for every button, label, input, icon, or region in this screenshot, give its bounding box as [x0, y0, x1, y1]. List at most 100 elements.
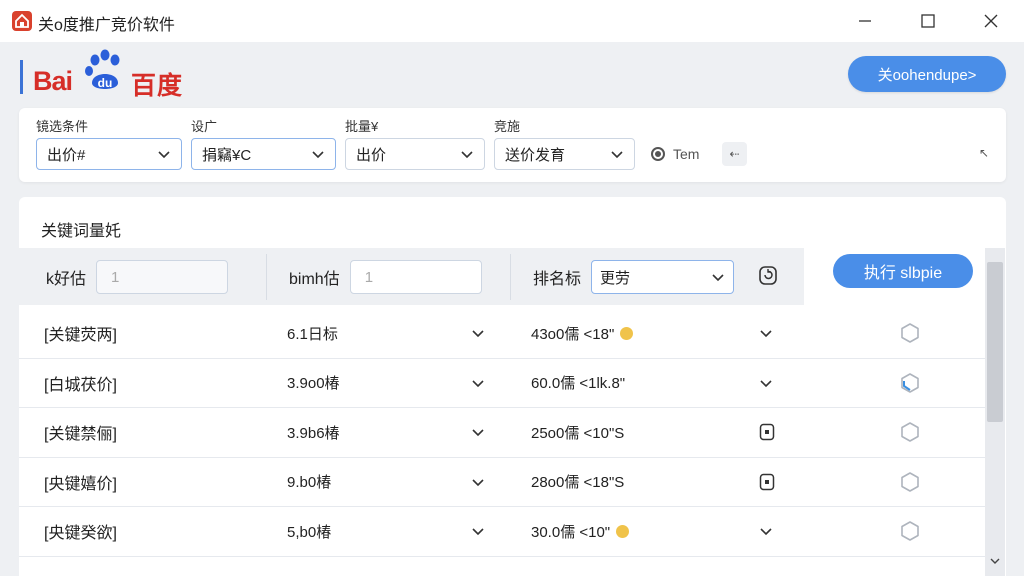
logo-text-paw: du	[98, 76, 113, 90]
chevron-down-icon	[472, 528, 484, 536]
execute-button[interactable]: 执行 slbpie	[833, 254, 973, 288]
rank-cell: 28o0儒 <18"S	[531, 458, 624, 507]
rank-dropdown[interactable]	[759, 309, 773, 358]
toolbar-group-2: bimh估 1	[289, 260, 482, 294]
filter-group-3: 批量¥ 出价	[345, 116, 485, 170]
filter-label: 批量¥	[345, 119, 379, 134]
radio-label: Tem	[673, 146, 700, 162]
chevron-down-icon	[472, 479, 484, 486]
title-bar: 关o度推广竞价软件	[0, 0, 1024, 42]
hexagon-checkbox-icon	[901, 471, 919, 492]
rank-text: 28o0儒 <18"S	[531, 474, 625, 492]
refresh-icon[interactable]	[757, 263, 779, 287]
keyword-cell: [白城茯价]	[44, 376, 117, 394]
bid-dropdown[interactable]	[471, 458, 485, 507]
detail-button[interactable]	[759, 458, 775, 507]
document-icon	[759, 424, 775, 441]
chevron-down-icon	[472, 429, 484, 437]
bid-dropdown[interactable]	[471, 408, 485, 457]
keyword-cell: [关键禁俪]	[44, 426, 117, 444]
bid-dropdown[interactable]	[471, 507, 485, 556]
filter-label: 设广	[191, 119, 218, 134]
row-checkbox[interactable]	[899, 507, 921, 556]
filter-panel: 镜选条件 出价# 设广 捐竊¥C 批量¥ 出价 竞施 送价发育 Tem ⇠ ↖	[19, 108, 1006, 182]
toolbar-input-2[interactable]: 1	[349, 260, 482, 294]
toolbar-label: k好估	[46, 271, 87, 288]
row-checkbox[interactable]	[899, 408, 921, 457]
rank-text: 60.0儒 <1lk.8"	[531, 375, 626, 393]
bid-dropdown[interactable]	[471, 359, 485, 408]
filter-group-4: 竞施 送价发育	[494, 116, 635, 170]
divider	[266, 254, 267, 300]
logo-text-latin: Bai	[33, 66, 73, 96]
table-row: [央键嬉价] 9.b0椿 28o0儒 <18"S	[19, 458, 985, 507]
chevron-down-icon	[760, 380, 772, 387]
rank-dropdown[interactable]	[759, 359, 773, 408]
toolbar-input-1[interactable]: 1	[96, 260, 229, 294]
app-header: Bai du 百度 关oohendupe>	[0, 42, 1024, 104]
maximize-button[interactable]	[908, 4, 948, 38]
bid-cell: 9.b0椿	[287, 474, 332, 492]
filter-select-2[interactable]: 捐竊¥C	[191, 138, 336, 170]
filter-group-1: 镜选条件 出价#	[36, 116, 182, 170]
minimize-button[interactable]	[845, 4, 885, 38]
row-checkbox[interactable]	[899, 309, 921, 358]
chevron-down-icon	[461, 151, 473, 159]
bid-cell: 6.1日标	[287, 325, 338, 343]
rank-dropdown[interactable]	[759, 507, 773, 556]
toolbar-group-1: k好估 1	[46, 260, 229, 294]
detail-button[interactable]	[759, 408, 775, 457]
bid-cell: 3.9b6椿	[287, 424, 340, 442]
keyword-cell: [央键嬉价]	[44, 475, 117, 493]
hexagon-checkbox-icon	[901, 521, 919, 542]
small-action-button[interactable]: ⇠	[722, 142, 747, 166]
toolbar-select-3[interactable]: 更劳	[591, 260, 735, 294]
scrollbar-thumb[interactable]	[987, 262, 1003, 422]
divider	[510, 254, 511, 300]
toolbar-group-3: 排名标 更劳	[533, 260, 735, 294]
table-row: [白城茯价] 3.9o0椿 60.0儒 <1lk.8"	[19, 359, 985, 408]
toolbar-label: bimh估	[289, 271, 340, 288]
document-icon	[759, 473, 775, 490]
toolbar-select-value: 更劳	[600, 269, 631, 287]
filter-select-4[interactable]: 送价发育	[494, 138, 635, 170]
filter-group-2: 设广 捐竊¥C	[191, 116, 336, 170]
close-button[interactable]	[971, 4, 1011, 38]
filter-label: 竞施	[494, 119, 521, 134]
bid-cell: 5,b0椿	[287, 523, 332, 541]
rank-cell: 25o0儒 <10"S	[531, 408, 624, 457]
radio-icon	[651, 147, 665, 161]
hexagon-checkbox-icon	[901, 372, 919, 393]
filter-label: 镜选条件	[36, 119, 89, 134]
rank-text: 25o0儒 <10"S	[531, 424, 625, 442]
bid-dropdown[interactable]	[471, 309, 485, 358]
scroll-down-icon[interactable]	[987, 554, 1003, 568]
rank-cell: 30.0儒 <10"	[531, 507, 630, 556]
rank-text: 30.0儒 <10"	[531, 523, 611, 541]
chevron-down-icon	[472, 330, 484, 338]
section-title: 关键词量奼	[41, 223, 122, 240]
filter-select-value: 送价发育	[505, 146, 566, 164]
radio-option[interactable]: Tem	[651, 146, 699, 162]
bid-cell: 3.9o0椿	[287, 375, 340, 393]
rank-text: 43o0儒 <18"	[531, 325, 615, 343]
coin-icon	[620, 326, 634, 340]
row-checkbox[interactable]	[899, 359, 921, 408]
chevron-down-icon	[158, 151, 170, 159]
row-checkbox[interactable]	[899, 458, 921, 507]
coin-icon	[616, 524, 630, 538]
filter-select-3[interactable]: 出价	[345, 138, 485, 170]
rank-cell: 60.0儒 <1lk.8"	[531, 359, 625, 408]
chevron-down-icon	[760, 330, 772, 338]
rank-cell: 43o0儒 <18"	[531, 309, 634, 358]
collapse-arrow-icon[interactable]: ↖	[979, 146, 989, 160]
vertical-scrollbar[interactable]	[985, 248, 1005, 576]
baidu-logo: Bai du 百度	[33, 49, 193, 100]
logo-accent-bar	[20, 60, 23, 94]
chevron-down-icon	[472, 380, 484, 387]
filter-select-value: 捐竊¥C	[202, 146, 252, 164]
filter-select-1[interactable]: 出价#	[36, 138, 182, 170]
hexagon-checkbox-icon	[901, 323, 919, 344]
window-title: 关o度推广竞价软件	[38, 17, 175, 34]
header-action-button[interactable]: 关oohendupe>	[848, 56, 1006, 92]
